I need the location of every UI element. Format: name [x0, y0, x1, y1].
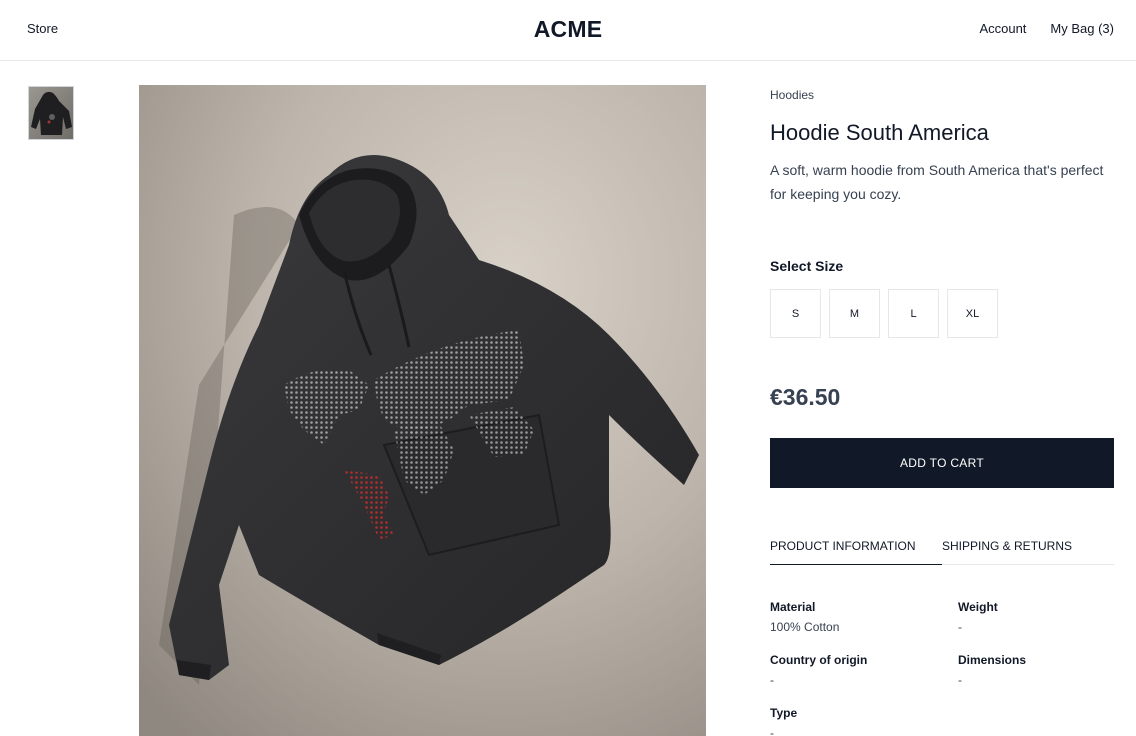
nav-store-link[interactable]: Store [27, 21, 58, 36]
spec-label: Dimensions [958, 653, 1027, 667]
product-title: Hoodie South America [770, 120, 989, 145]
spec-country-of-origin: Country of origin - [770, 653, 958, 687]
size-option-xl[interactable]: XL [947, 289, 998, 338]
size-option-s[interactable]: S [770, 289, 821, 338]
spec-material: Material 100% Cotton [770, 600, 958, 634]
spec-value: - [958, 673, 962, 687]
size-selector: S M L XL [770, 289, 1114, 338]
product-main-image [139, 85, 706, 736]
product-specs: Material 100% Cotton Weight - Country of… [770, 600, 1114, 736]
size-option-l[interactable]: L [888, 289, 939, 338]
spec-value: 100% Cotton [770, 620, 840, 634]
nav-right: Account My Bag (3) [979, 21, 1114, 36]
spec-value: - [770, 673, 774, 687]
spec-dimensions: Dimensions - [958, 653, 1114, 687]
size-label: Select Size [770, 258, 844, 274]
add-to-cart-button[interactable]: ADD TO CART [770, 438, 1114, 488]
hoodie-image [139, 85, 706, 736]
product-description: A soft, warm hoodie from South America t… [770, 162, 1104, 202]
site-header: Store ACME Account My Bag (3) [0, 0, 1136, 61]
spec-weight: Weight - [958, 600, 1114, 634]
nav-account-link[interactable]: Account [979, 21, 1026, 36]
nav-bag-link[interactable]: My Bag (3) [1050, 21, 1114, 36]
spec-value: - [770, 726, 774, 736]
spec-label: Country of origin [770, 653, 868, 667]
product-thumbnail[interactable] [28, 86, 74, 140]
brand-logo-container: ACME [0, 16, 1136, 43]
product-price: €36.50 [770, 384, 841, 410]
brand-logo[interactable]: ACME [534, 16, 603, 42]
spec-value: - [958, 620, 962, 634]
thumbnail-image [29, 87, 73, 139]
spec-label: Type [770, 706, 798, 720]
spec-label: Weight [958, 600, 998, 614]
product-info-panel: Hoodies Hoodie South America A soft, war… [770, 85, 1114, 736]
spec-label: Material [770, 600, 816, 614]
product-tabs: PRODUCT INFORMATION SHIPPING & RETURNS [770, 537, 1114, 565]
tab-shipping-returns[interactable]: SHIPPING & RETURNS [942, 537, 1072, 564]
category-link[interactable]: Hoodies [770, 88, 814, 102]
tab-product-information[interactable]: PRODUCT INFORMATION [770, 537, 942, 565]
size-option-m[interactable]: M [829, 289, 880, 338]
spec-type: Type - [770, 706, 958, 736]
